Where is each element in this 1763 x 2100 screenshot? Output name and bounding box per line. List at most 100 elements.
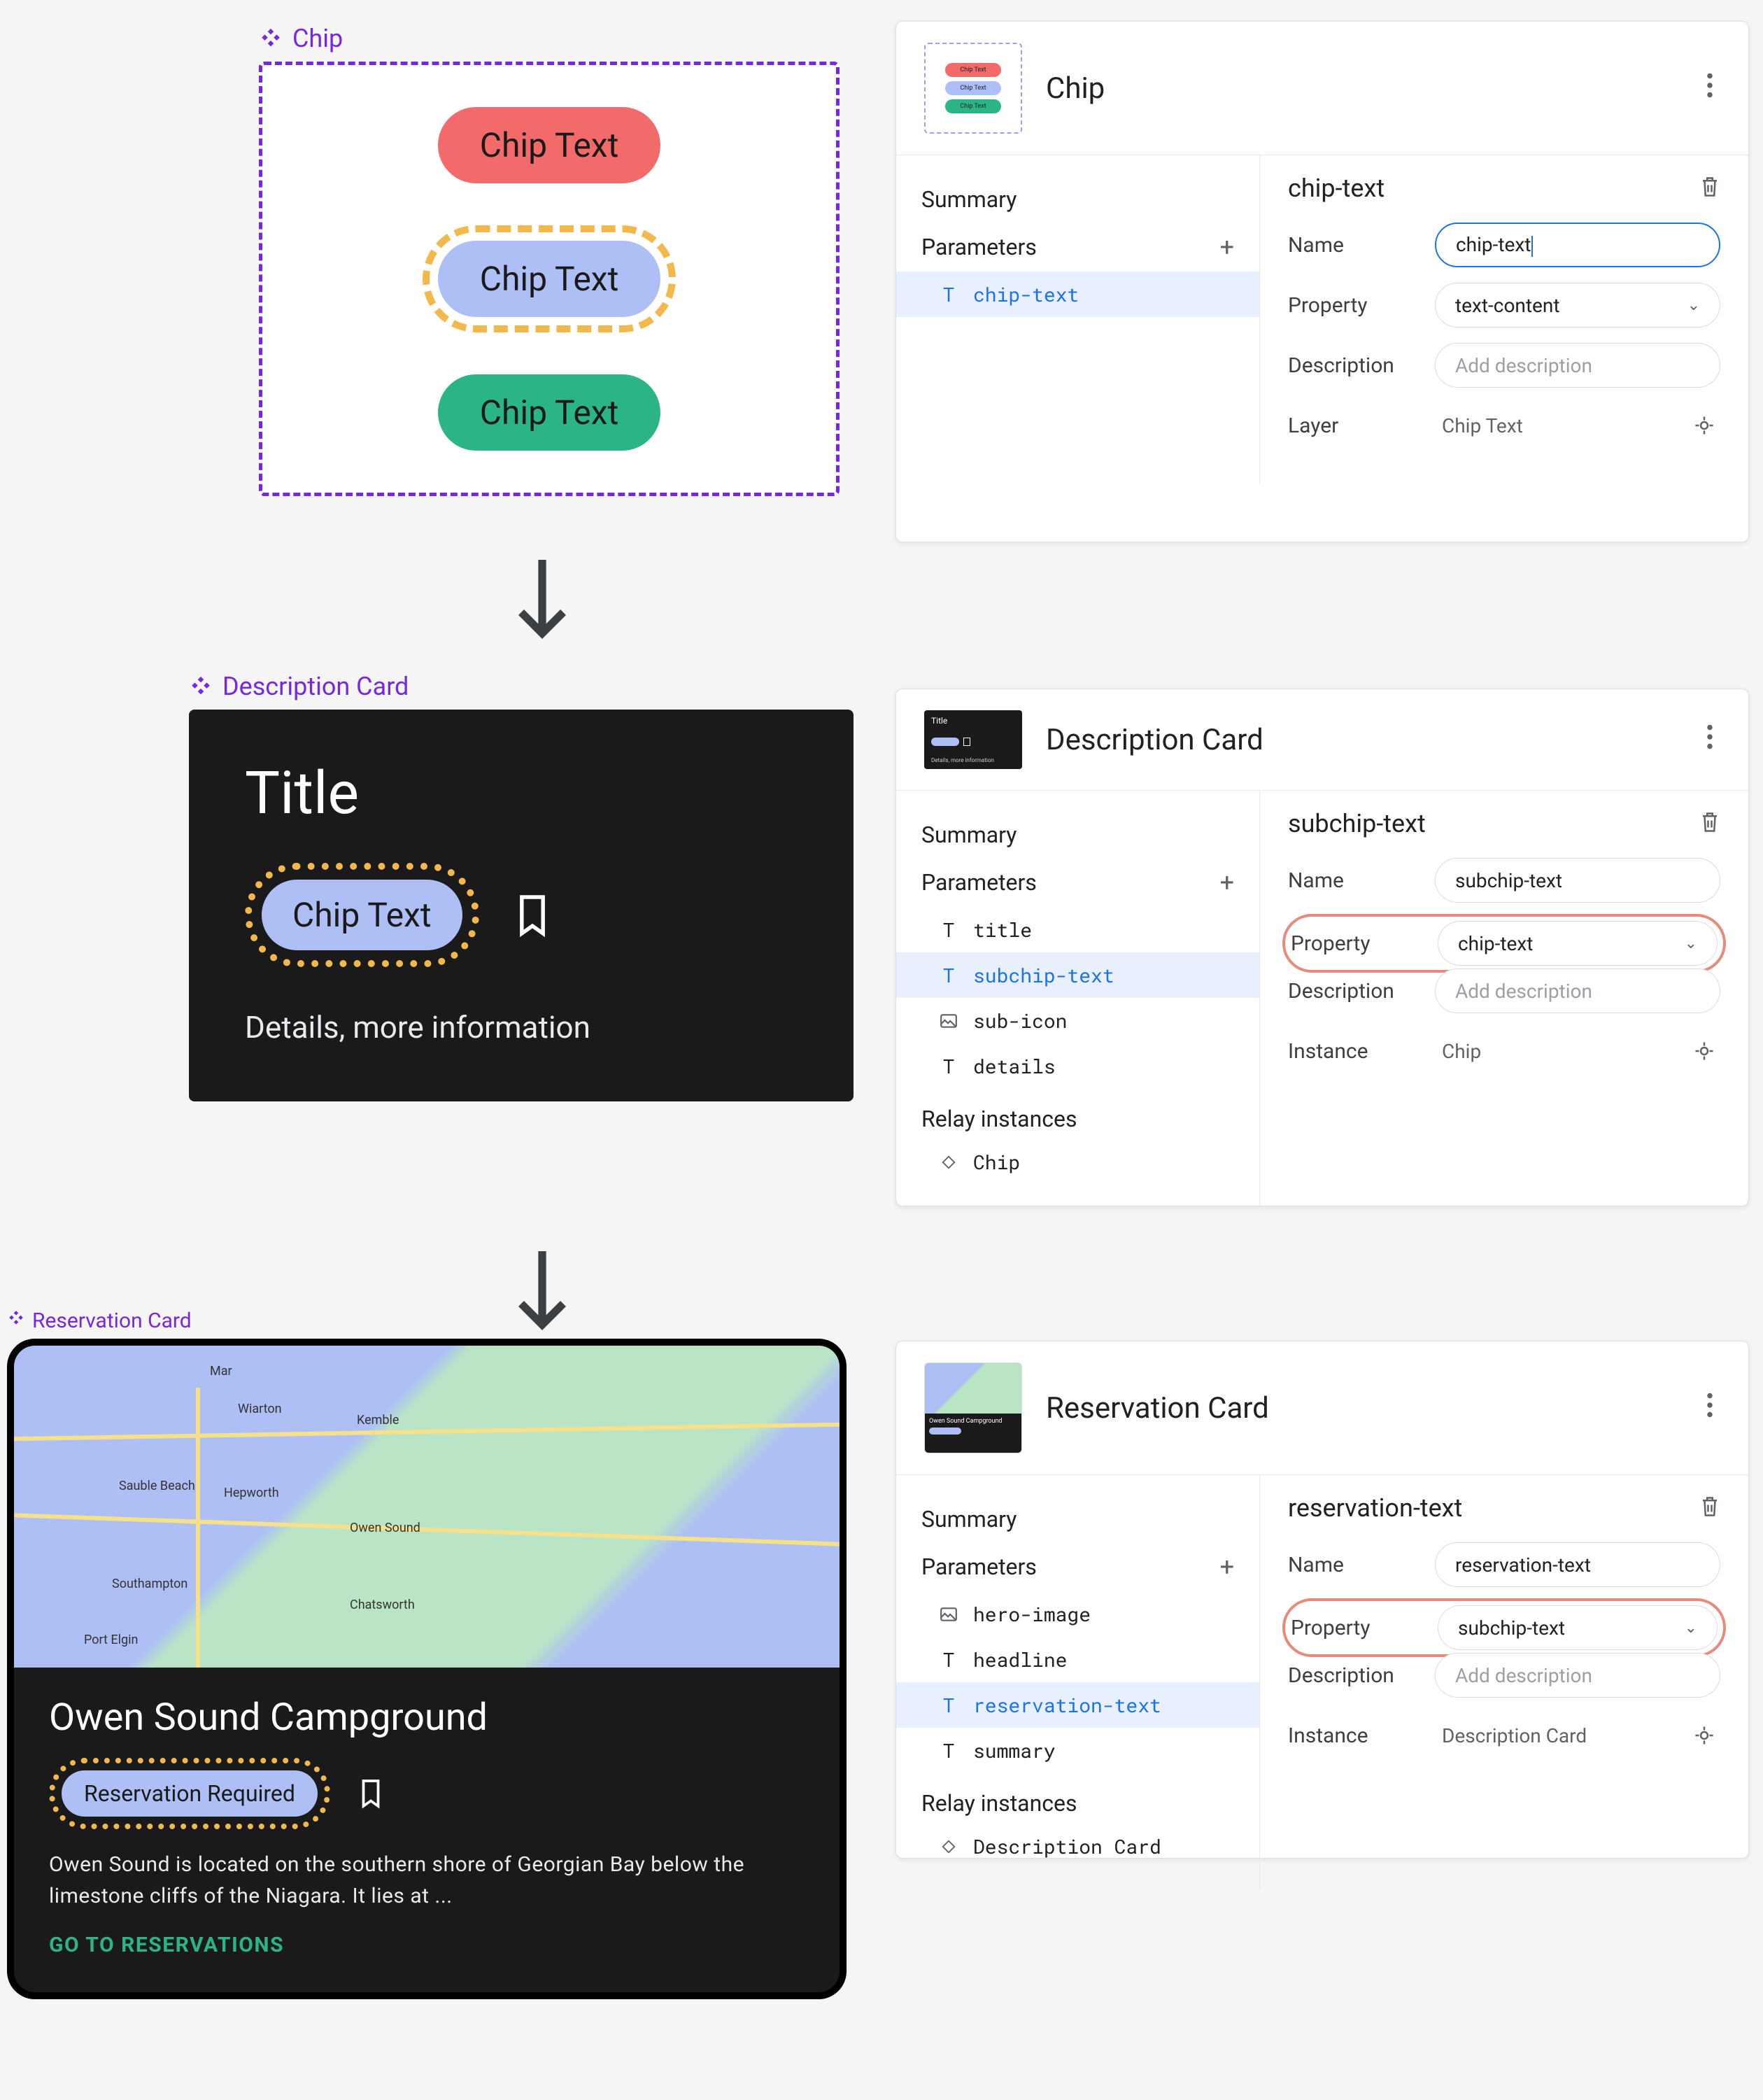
summary-tab[interactable]: Summary (896, 176, 1259, 223)
desc-chip[interactable]: Chip Text (262, 880, 462, 950)
component-thumbnail: Owen Sound Campground (924, 1362, 1022, 1453)
param-item-chip-text[interactable]: T chip-text (896, 272, 1259, 317)
param-item-sub-icon[interactable]: sub-icon (896, 998, 1259, 1043)
description-label: Description (1288, 1663, 1421, 1688)
desc-row: Chip Text (245, 863, 798, 967)
arrow-down-icon (511, 553, 574, 670)
component-diamond-icon (189, 675, 213, 698)
name-input[interactable]: reservation-text (1435, 1542, 1720, 1587)
summary-tab[interactable]: Summary (896, 812, 1259, 858)
reservation-card[interactable]: Mar Wiarton Kemble Sauble Beach Hepworth… (7, 1339, 847, 1999)
name-input[interactable]: subchip-text (1435, 858, 1720, 903)
param-item-headline[interactable]: T headline (896, 1637, 1259, 1682)
param-item-hero-image[interactable]: hero-image (896, 1591, 1259, 1637)
panel-title: Description Card (1046, 723, 1263, 757)
param-name: subchip-text (973, 962, 1114, 988)
desc-title: Title (245, 759, 798, 828)
instance-value: Description Card (1435, 1713, 1720, 1758)
property-select[interactable]: text-content ⌄ (1435, 283, 1720, 327)
more-vert-icon[interactable] (1699, 1386, 1720, 1430)
text-type-icon: T (938, 1053, 959, 1079)
property-select[interactable]: chip-text ⌄ (1438, 921, 1718, 966)
description-card[interactable]: Title Chip Text Details, more informatio… (189, 710, 854, 1101)
chip-frame[interactable]: Chip Text Chip Text Chip Text (259, 62, 840, 496)
summary-tab[interactable]: Summary (896, 1496, 1259, 1542)
name-input[interactable]: chip-text (1435, 223, 1720, 267)
description-input[interactable]: Add description (1435, 343, 1720, 388)
locate-layer-icon[interactable] (1694, 1041, 1715, 1062)
add-parameter-button[interactable]: + (1220, 232, 1234, 262)
map-town-label: Wiarton (238, 1402, 282, 1416)
property-label: Property (1291, 1616, 1424, 1640)
text-type-icon: T (938, 917, 959, 943)
relay-item-description-card[interactable]: Description Card (896, 1824, 1259, 1869)
chevron-down-icon: ⌄ (1685, 1619, 1697, 1637)
param-name: title (973, 917, 1032, 943)
map-town-label: Port Elgin (84, 1633, 138, 1647)
chip-variant-green[interactable]: Chip Text (438, 374, 661, 451)
map-town-label: Hepworth (224, 1486, 279, 1500)
locate-layer-icon[interactable] (1694, 415, 1715, 436)
relay-item-chip[interactable]: Chip (896, 1139, 1259, 1185)
chip-variant-blue[interactable]: Chip Text (438, 241, 661, 317)
add-parameter-button[interactable]: + (1220, 1552, 1234, 1581)
parameters-header: Parameters (921, 869, 1037, 896)
description-label: Description (1288, 979, 1421, 1003)
inspector-panel-description-card: Title Details, more information Descript… (895, 689, 1749, 1206)
description-input[interactable]: Add description (1435, 968, 1720, 1013)
chip-variant-red[interactable]: Chip Text (438, 107, 661, 183)
param-item-summary[interactable]: T summary (896, 1728, 1259, 1773)
go-to-reservations-button[interactable]: GO TO RESERVATIONS (49, 1933, 805, 1957)
param-name: reservation-text (973, 1692, 1161, 1718)
map-town-label: Southampton (112, 1577, 187, 1591)
instance-diamond-icon (938, 1839, 959, 1854)
hero-map-image: Mar Wiarton Kemble Sauble Beach Hepworth… (14, 1346, 840, 1668)
param-item-details[interactable]: T details (896, 1043, 1259, 1089)
res-headline: Owen Sound Campground (49, 1696, 805, 1740)
layer-label: Layer (1288, 414, 1421, 438)
instance-value: Chip (1435, 1029, 1720, 1073)
delete-icon[interactable] (1699, 810, 1720, 837)
relay-instances-header: Relay instances (896, 1089, 1259, 1139)
reservation-card-preview: Reservation Card Mar Wiarton Kemble Saub… (7, 1309, 847, 1999)
param-item-reservation-text[interactable]: T reservation-text (896, 1682, 1259, 1728)
delete-icon[interactable] (1699, 1495, 1720, 1521)
more-vert-icon[interactable] (1699, 717, 1720, 762)
selection-outline: Chip Text (245, 863, 479, 967)
component-diamond-icon (7, 1309, 25, 1333)
component-thumbnail: Chip Text Chip Text Chip Text (924, 43, 1022, 134)
image-type-icon (938, 1013, 959, 1029)
property-label: Property (1288, 293, 1421, 318)
param-item-subchip-text[interactable]: T subchip-text (896, 952, 1259, 998)
param-name: hero-image (973, 1601, 1091, 1627)
chip-label-text: Chip (292, 24, 343, 53)
bookmark-icon[interactable] (514, 892, 551, 938)
field-title: chip-text (1288, 174, 1385, 203)
text-type-icon: T (938, 1692, 959, 1718)
delete-icon[interactable] (1699, 175, 1720, 202)
add-parameter-button[interactable]: + (1220, 868, 1234, 897)
chevron-down-icon: ⌄ (1685, 935, 1697, 952)
res-summary: Owen Sound is located on the southern sh… (49, 1849, 805, 1912)
locate-layer-icon[interactable] (1694, 1725, 1715, 1746)
desc-label-text: Description Card (222, 672, 409, 701)
instance-label: Instance (1288, 1724, 1421, 1748)
param-item-title[interactable]: T title (896, 907, 1259, 952)
property-select[interactable]: subchip-text ⌄ (1438, 1605, 1718, 1650)
res-chip[interactable]: Reservation Required (62, 1770, 318, 1817)
text-type-icon: T (938, 281, 959, 307)
selection-outline: Chip Text (423, 225, 677, 332)
bookmark-icon[interactable] (358, 1777, 383, 1810)
parameters-header: Parameters (921, 234, 1037, 260)
description-label: Description (1288, 353, 1421, 378)
description-input[interactable]: Add description (1435, 1653, 1720, 1698)
text-type-icon: T (938, 1738, 959, 1763)
image-type-icon (938, 1607, 959, 1622)
param-name: summary (973, 1738, 1056, 1763)
desc-component-label: Description Card (189, 672, 854, 701)
more-vert-icon[interactable] (1699, 66, 1720, 111)
inspector-panel-chip: Chip Text Chip Text Chip Text Chip Summa… (895, 21, 1749, 542)
description-card-preview: Description Card Title Chip Text Details… (189, 672, 854, 1101)
map-town-label: Kemble (357, 1413, 399, 1428)
name-label: Name (1288, 868, 1421, 893)
